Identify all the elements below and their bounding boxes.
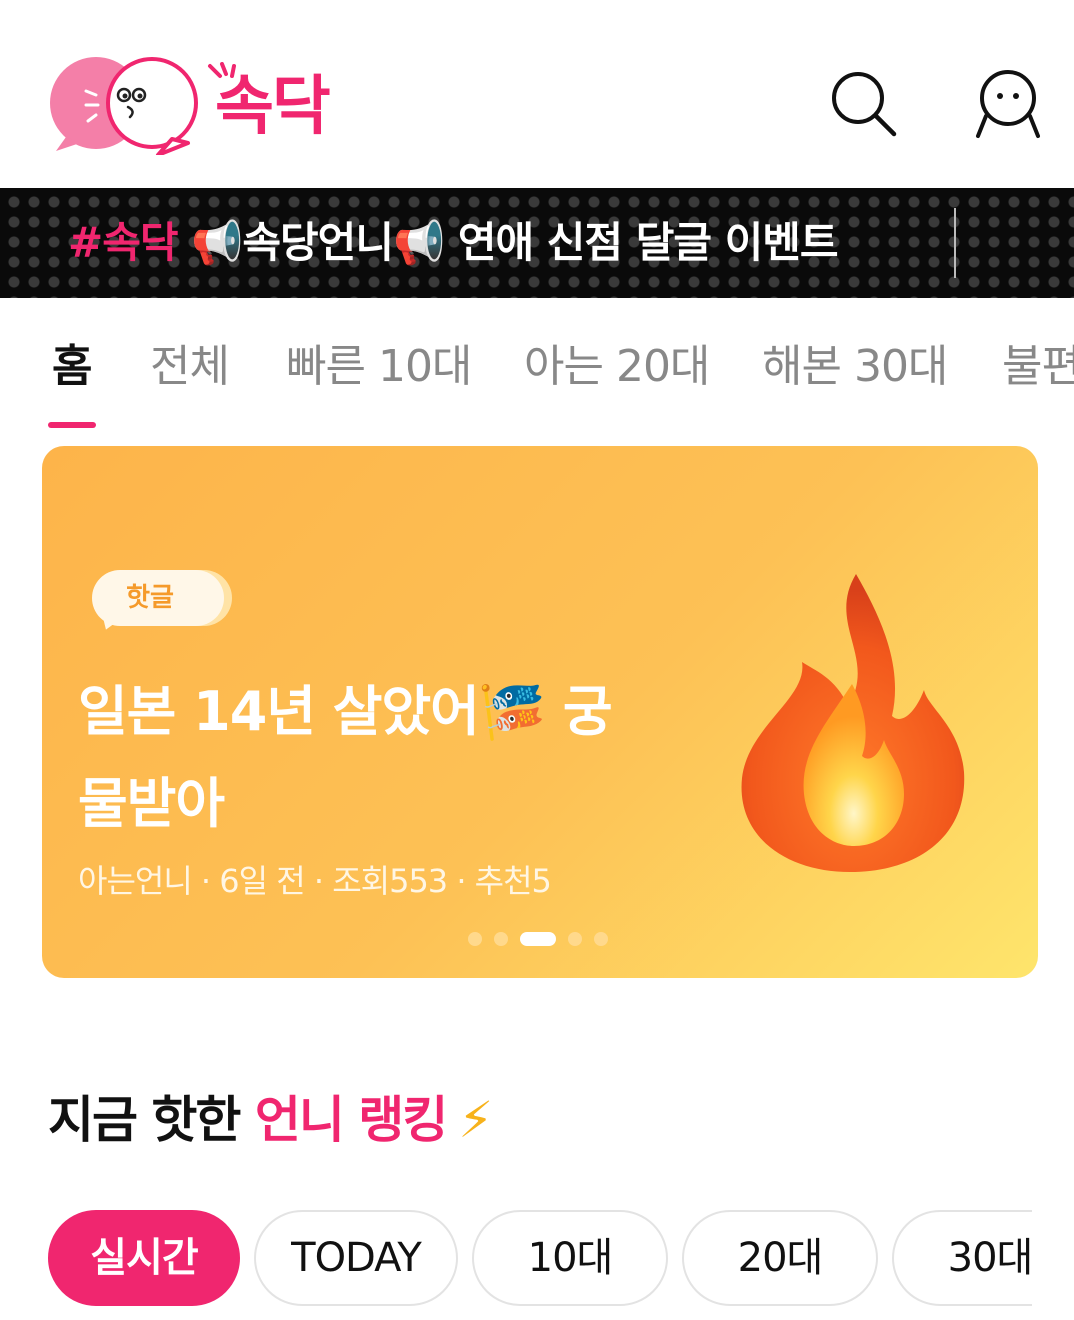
hot-post-meta: 아는언니 · 6일 전 · 조회553 · 추천5 <box>78 862 552 900</box>
lightning-icon: ⚡ <box>458 1091 493 1149</box>
tab-10s[interactable]: 빠른 10대 <box>286 342 472 392</box>
filter-chip-30s[interactable]: 30대 <box>892 1210 1032 1306</box>
megaphone-icon: 📢 <box>191 218 243 267</box>
filter-chip-today[interactable]: TODAY <box>254 1210 458 1306</box>
hot-post-title[interactable]: 일본 14년 살았어🎏 궁 물받아 <box>78 666 688 850</box>
ticker-divider <box>954 208 956 278</box>
logo-text[interactable]: 속닥 <box>215 75 331 139</box>
event-ticker-banner[interactable]: #속닥 📢속당언니📢 연애 신점 달글 이벤트 <box>0 188 1074 298</box>
tab-discomfort[interactable]: 불편 <box>1002 342 1074 392</box>
ticker-text: #속닥 📢속당언니📢 연애 신점 달글 이벤트 <box>68 212 839 274</box>
fire-icon <box>741 574 965 872</box>
hot-post-title-b: 궁 <box>545 680 613 743</box>
tab-20s[interactable]: 아는 20대 <box>524 342 710 392</box>
ticker-text-2: 연애 신점 달글 이벤트 <box>444 218 839 267</box>
profile-icon[interactable] <box>972 68 1044 140</box>
ticker-text-1: 속당언니 <box>242 218 394 267</box>
app-header: 속닥 <box>0 0 1074 188</box>
hot-post-title-a: 일본 14년 살았어 <box>78 680 480 743</box>
hot-post-carousel-card[interactable]: 핫글 일본 14년 살았어🎏 궁 물받아 아는언니 · 6일 전 · 조회553… <box>42 446 1038 978</box>
search-icon[interactable] <box>828 68 900 140</box>
pagination-dot[interactable] <box>494 932 508 946</box>
filter-chip-10s[interactable]: 10대 <box>472 1210 668 1306</box>
ticker-hashtag: #속닥 <box>68 218 178 267</box>
pagination-dot-active[interactable] <box>520 932 556 946</box>
tab-home[interactable]: 홈 <box>52 342 92 392</box>
pagination-dot[interactable] <box>568 932 582 946</box>
ranking-filter-chips: 실시간 TODAY 10대 20대 30대 <box>0 1208 1032 1310</box>
tab-30s[interactable]: 해본 30대 <box>762 342 948 392</box>
category-tabs: 홈 전체 빠른 10대 아는 20대 해본 30대 불편 <box>0 298 1074 430</box>
ranking-title-accent: 언니 랭킹 <box>254 1091 448 1149</box>
ranking-section-title: 지금 핫한 언니 랭킹 ⚡ <box>48 1088 493 1152</box>
hot-badge: 핫글 <box>92 570 224 626</box>
carp-streamer-icon: 🎏 <box>478 680 546 743</box>
ranking-title-prefix: 지금 핫한 <box>48 1091 255 1149</box>
hot-post-title-line2: 물받아 <box>78 772 225 835</box>
pagination-dot[interactable] <box>468 932 482 946</box>
carousel-pagination <box>468 932 618 946</box>
filter-chip-realtime[interactable]: 실시간 <box>48 1210 240 1306</box>
tab-all[interactable]: 전체 <box>150 342 230 392</box>
pagination-dot[interactable] <box>594 932 608 946</box>
active-tab-indicator <box>48 422 96 428</box>
megaphone-icon: 📢 <box>392 218 445 267</box>
filter-chip-20s[interactable]: 20대 <box>682 1210 878 1306</box>
